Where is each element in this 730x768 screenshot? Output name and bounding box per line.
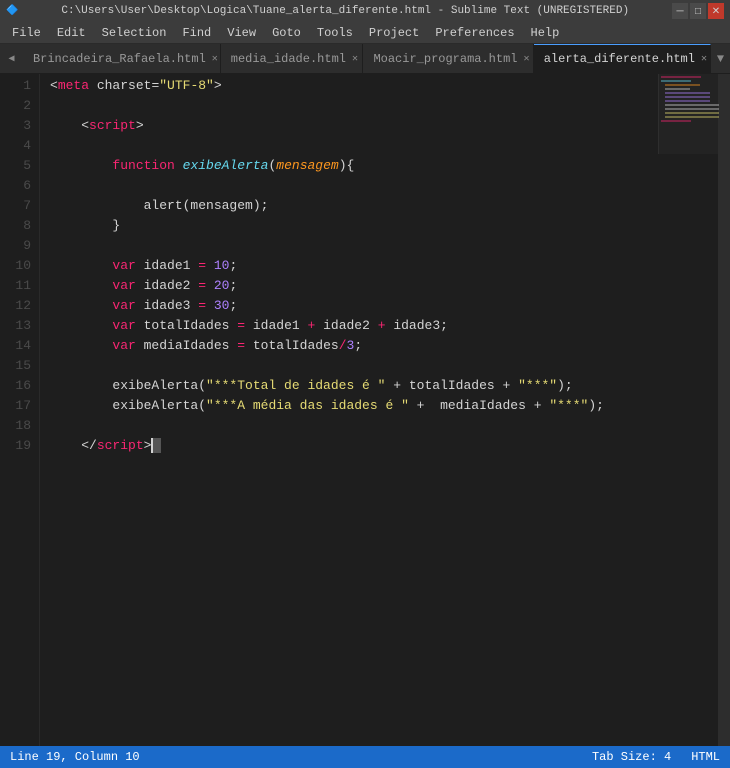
tab-alerta[interactable]: alerta_diferente.html ✕ — [534, 44, 711, 73]
tab-media[interactable]: media_idade.html ✕ — [221, 44, 364, 73]
tab-close-media[interactable]: ✕ — [352, 53, 358, 65]
code-line-16: exibeAlerta("***Total de idades é " + to… — [50, 376, 708, 396]
maximize-button[interactable]: □ — [690, 3, 706, 19]
line-num-13: 13 — [0, 316, 31, 336]
window-controls[interactable]: ─ □ ✕ — [672, 3, 724, 19]
line-num-12: 12 — [0, 296, 31, 316]
line-num-17: 17 — [0, 396, 31, 416]
menu-help[interactable]: Help — [523, 24, 568, 42]
code-line-6 — [50, 176, 708, 196]
code-line-7: alert(mensagem); — [50, 196, 708, 216]
code-line-15 — [50, 356, 708, 376]
tab-label: Moacir_programa.html — [373, 52, 517, 66]
line-num-14: 14 — [0, 336, 31, 356]
status-left: Line 19, Column 10 — [10, 750, 140, 764]
status-bar: Line 19, Column 10 Tab Size: 4 HTML — [0, 746, 730, 768]
code-line-3: <script> — [50, 116, 708, 136]
tab-label-active: alerta_diferente.html — [544, 52, 695, 66]
line-num-19: 19 — [0, 436, 31, 456]
line-num-2: 2 — [0, 96, 31, 116]
code-line-19: </script> — [50, 436, 708, 456]
line-num-8: 8 — [0, 216, 31, 236]
line-num-15: 15 — [0, 356, 31, 376]
line-num-1: 1 — [0, 76, 31, 96]
app-icon: 🔷 — [6, 5, 18, 17]
line-num-10: 10 — [0, 256, 31, 276]
code-line-17: exibeAlerta("***A média das idades é " +… — [50, 396, 708, 416]
menu-selection[interactable]: Selection — [94, 24, 175, 42]
menu-preferences[interactable]: Preferences — [427, 24, 522, 42]
tab-bar: ◀ Brincadeira_Rafaela.html ✕ media_idade… — [0, 44, 730, 74]
minimap[interactable] — [658, 74, 718, 154]
scrollbar[interactable] — [718, 74, 730, 746]
tab-close-moacir[interactable]: ✕ — [523, 53, 529, 65]
title-bar: 🔷 C:\Users\User\Desktop\Logica\Tuane_ale… — [0, 0, 730, 22]
code-line-8: } — [50, 216, 708, 236]
code-line-11: var idade2 = 20; — [50, 276, 708, 296]
code-line-4 — [50, 136, 708, 156]
menu-tools[interactable]: Tools — [309, 24, 361, 42]
code-line-14: var mediaIdades = totalIdades/3; — [50, 336, 708, 356]
code-line-5: function exibeAlerta(mensagem){ — [50, 156, 708, 176]
tab-scroll-left[interactable]: ◀ — [0, 44, 23, 73]
code-line-12: var idade3 = 30; — [50, 296, 708, 316]
tab-label: Brincadeira_Rafaela.html — [33, 52, 206, 66]
code-line-1: <meta charset="UTF-8"> — [50, 76, 708, 96]
editor: 1 2 3 4 5 6 7 8 9 10 11 12 13 14 15 16 1… — [0, 74, 730, 746]
title-text: C:\Users\User\Desktop\Logica\Tuane_alert… — [18, 5, 672, 17]
code-line-2 — [50, 96, 708, 116]
code-line-9 — [50, 236, 708, 256]
close-button[interactable]: ✕ — [708, 3, 724, 19]
line-num-16: 16 — [0, 376, 31, 396]
minimap-preview — [659, 74, 719, 154]
syntax-label[interactable]: HTML — [691, 750, 720, 764]
menu-edit[interactable]: Edit — [49, 24, 94, 42]
cursor-position[interactable]: Line 19, Column 10 — [10, 750, 140, 764]
menu-bar: File Edit Selection Find View Goto Tools… — [0, 22, 730, 44]
tab-size[interactable]: Tab Size: 4 — [592, 750, 671, 764]
line-num-7: 7 — [0, 196, 31, 216]
tab-brincadeira[interactable]: Brincadeira_Rafaela.html ✕ — [23, 44, 221, 73]
code-area[interactable]: <meta charset="UTF-8"> <script> function… — [40, 74, 718, 746]
menu-project[interactable]: Project — [361, 24, 427, 42]
line-numbers: 1 2 3 4 5 6 7 8 9 10 11 12 13 14 15 16 1… — [0, 74, 40, 746]
menu-find[interactable]: Find — [174, 24, 219, 42]
code-line-10: var idade1 = 10; — [50, 256, 708, 276]
line-num-5: 5 — [0, 156, 31, 176]
line-num-3: 3 — [0, 116, 31, 136]
code-line-13: var totalIdades = idade1 + idade2 + idad… — [50, 316, 708, 336]
line-num-4: 4 — [0, 136, 31, 156]
tab-close-alerta[interactable]: ✕ — [701, 53, 707, 65]
code-line-18 — [50, 416, 708, 436]
tab-close-brincadeira[interactable]: ✕ — [212, 53, 218, 65]
line-num-11: 11 — [0, 276, 31, 296]
tab-moacir[interactable]: Moacir_programa.html ✕ — [363, 44, 533, 73]
status-right: Tab Size: 4 HTML — [592, 750, 720, 764]
menu-view[interactable]: View — [219, 24, 264, 42]
line-num-9: 9 — [0, 236, 31, 256]
line-num-18: 18 — [0, 416, 31, 436]
tab-dropdown-arrow[interactable]: ▼ — [711, 44, 730, 73]
menu-file[interactable]: File — [4, 24, 49, 42]
minimize-button[interactable]: ─ — [672, 3, 688, 19]
line-num-6: 6 — [0, 176, 31, 196]
menu-goto[interactable]: Goto — [264, 24, 309, 42]
tab-label: media_idade.html — [231, 52, 346, 66]
